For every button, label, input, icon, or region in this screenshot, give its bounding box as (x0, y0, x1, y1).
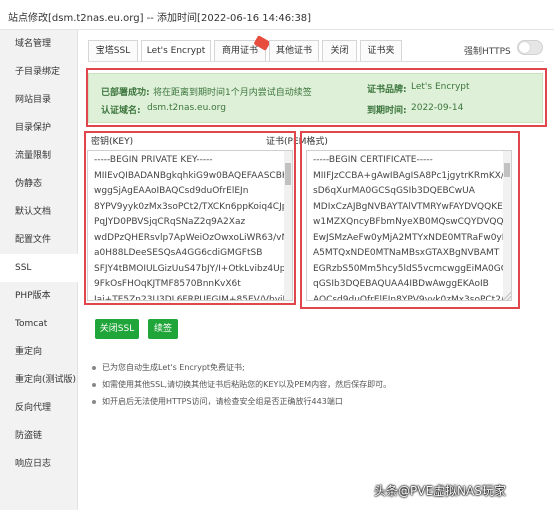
note-auto-generated: 已为您自动生成Let's Encrypt免费证书; (102, 363, 245, 372)
toggle-knob (519, 42, 530, 53)
deployed-text: 将在距离到期时间1个月内尝试自动续签 (153, 88, 312, 98)
key-scrollbar[interactable] (284, 151, 292, 300)
key-line: a0H88LDeeSESQsA4GG6cdiGMGFtSB (94, 248, 263, 258)
key-line: SFJY4tBMOIULGizUuS47bJY/I+OtkLvibz4UpC (94, 263, 284, 274)
sidebar-item-redirect[interactable]: 重定向 (0, 338, 78, 366)
brand-value: Let's Encrypt (411, 82, 470, 92)
sidebar-item-reverse-proxy[interactable]: 反向代理 (0, 394, 78, 422)
cert-line: AQCsd9duOfrElEJn8YPV9yyk0zMx3soPCt2/T (313, 294, 505, 301)
sidebar-item-dir-protect[interactable]: 目录保护 (0, 114, 78, 142)
window-title: 站点修改[dsm.t2nas.eu.org] -- 添加时间[2022-06-1… (8, 13, 312, 24)
sidebar-item-ssl[interactable]: SSL (0, 254, 79, 282)
cert-line: MIIFJzCCBA+gAwIBAgISA8Pc1jgytrKRmKX/O (313, 170, 505, 181)
sidebar-item-tomcat[interactable]: Tomcat (0, 310, 78, 338)
key-scroll-thumb[interactable] (285, 163, 291, 185)
note-port-443: 如开启后无法使用HTTPS访问，请检查安全组是否正确放行443端口 (102, 397, 343, 406)
cert-scrollbar[interactable] (503, 151, 511, 300)
renew-button[interactable]: 续签 (148, 319, 178, 339)
cert-line: A5MTQxNDE0MTNaMBsxGTAXBgNVBAMT (313, 248, 500, 258)
cert-line: w1MZXQncyBFbmNyeXB0MQswCQYDVQQD (313, 217, 505, 227)
key-line: 9FkOsFHOqKJTMF8570BnnKvX6t (94, 279, 241, 289)
window-titlebar: 站点修改[dsm.t2nas.eu.org] -- 添加时间[2022-06-1… (0, 0, 554, 30)
cert-line: EwJSMzAeFw0yMjA2MTYxNDE0MTRaFw0yMj (313, 232, 505, 243)
force-https-label: 强制HTTPS (464, 47, 511, 57)
sidebar-item-domain-manage[interactable]: 域名管理 (0, 30, 78, 58)
sidebar-item-traffic-limit[interactable]: 流量限制 (0, 142, 78, 170)
close-ssl-button[interactable]: 关闭SSL (95, 319, 139, 339)
cert-line: EGRzbS50Mm5hcy5ldS5vcmcwggEiMA0GCS (313, 263, 505, 274)
tab-close[interactable]: 关闭 (322, 40, 357, 62)
cert-scroll-thumb[interactable] (504, 163, 510, 177)
key-line: Jaj+TE5Zn23U3DL6FRPUEGIM+85EV/VbyjBb (94, 294, 284, 301)
key-line: 8YPV9yyk0zMx3soPCt2/TXCKn6ppKoiq4CJp0 (94, 201, 284, 212)
key-line: PqJYD0PBVSjqCRqSNaZ2q9A2Xaz (94, 217, 246, 227)
key-label: 密钥(KEY) (91, 137, 134, 147)
key-line: wdDPzQHERsvlp7ApWeiOzOwxoLiWR63/vN6 (94, 232, 284, 243)
cert-line: MDIxCzAJBgNVBAYTAlVTMRYwFAYDVQQKE (313, 201, 503, 212)
cert-line: -----BEGIN CERTIFICATE----- (313, 155, 433, 165)
key-line: MIIEvQIBADANBgkqhkiG9w0BAQEFAASCBKc (94, 170, 284, 181)
sidebar-item-config-file[interactable]: 配置文件 (0, 226, 78, 254)
expiry-label: 到期时间: (367, 106, 407, 116)
brand-label: 证书品牌: (367, 85, 407, 95)
sidebar-item-subdir-bind[interactable]: 子目录绑定 (0, 58, 78, 86)
bullet-icon (92, 400, 96, 404)
deployed-label: 已部署成功: (101, 88, 150, 98)
cert-line: sD6qXurMA0GCSqGSIb3DQEBCwUA (313, 186, 475, 196)
sidebar-item-php-version[interactable]: PHP版本 (0, 282, 78, 310)
cert-label: 证书(PEM格式) (266, 137, 328, 147)
tab-bt-ssl[interactable]: 宝塔SSL (88, 40, 138, 62)
cert-status-panel: 已部署成功: 将在距离到期时间1个月内尝试自动续签 认证域名: dsm.t2na… (88, 73, 543, 123)
bullet-icon (92, 383, 96, 387)
sidebar: 域名管理 子目录绑定 网站目录 目录保护 流量限制 伪静态 默认文档 配置文件 … (0, 30, 79, 510)
tab-cert-folder[interactable]: 证书夹 (360, 40, 402, 62)
sidebar-item-site-dir[interactable]: 网站目录 (0, 86, 78, 114)
note-other-ssl: 如需使用其他SSL,请切换其他证书后粘贴您的KEY以及PEM内容，然后保存即可。 (102, 380, 392, 389)
key-line: wggSjAgEAAoIBAQCsd9duOfrElEJn (94, 186, 249, 196)
sidebar-item-response-log[interactable]: 响应日志 (0, 450, 78, 478)
expiry-value: 2022-09-14 (411, 103, 464, 113)
tab-divider (88, 61, 544, 62)
watermark: 头条@PVE虚拟NAS玩家 (374, 484, 506, 498)
sidebar-item-rewrite[interactable]: 伪静态 (0, 170, 78, 198)
sidebar-item-redirect-beta[interactable]: 重定向(测试版) (0, 366, 78, 394)
cert-line: qGSIb3DQEBAQUAA4IBDwAwggEKAoIB (313, 279, 489, 289)
private-key-textarea[interactable]: -----BEGIN PRIVATE KEY----- MIIEvQIBADAN… (87, 150, 293, 301)
domain-label: 认证域名: (101, 106, 141, 116)
force-https-toggle[interactable] (517, 40, 543, 55)
domain-value: dsm.t2nas.eu.org (147, 103, 226, 113)
key-line: -----BEGIN PRIVATE KEY----- (94, 155, 213, 165)
tab-other-cert[interactable]: 其他证书 (269, 40, 319, 62)
resize-grip-icon[interactable] (503, 292, 511, 300)
certificate-textarea[interactable]: -----BEGIN CERTIFICATE----- MIIFJzCCBA+g… (306, 150, 512, 301)
tab-lets-encrypt[interactable]: Let's Encrypt (141, 40, 211, 62)
sidebar-item-hotlink[interactable]: 防盗链 (0, 422, 78, 450)
bullet-icon (92, 366, 96, 370)
sidebar-item-default-doc[interactable]: 默认文档 (0, 198, 78, 226)
